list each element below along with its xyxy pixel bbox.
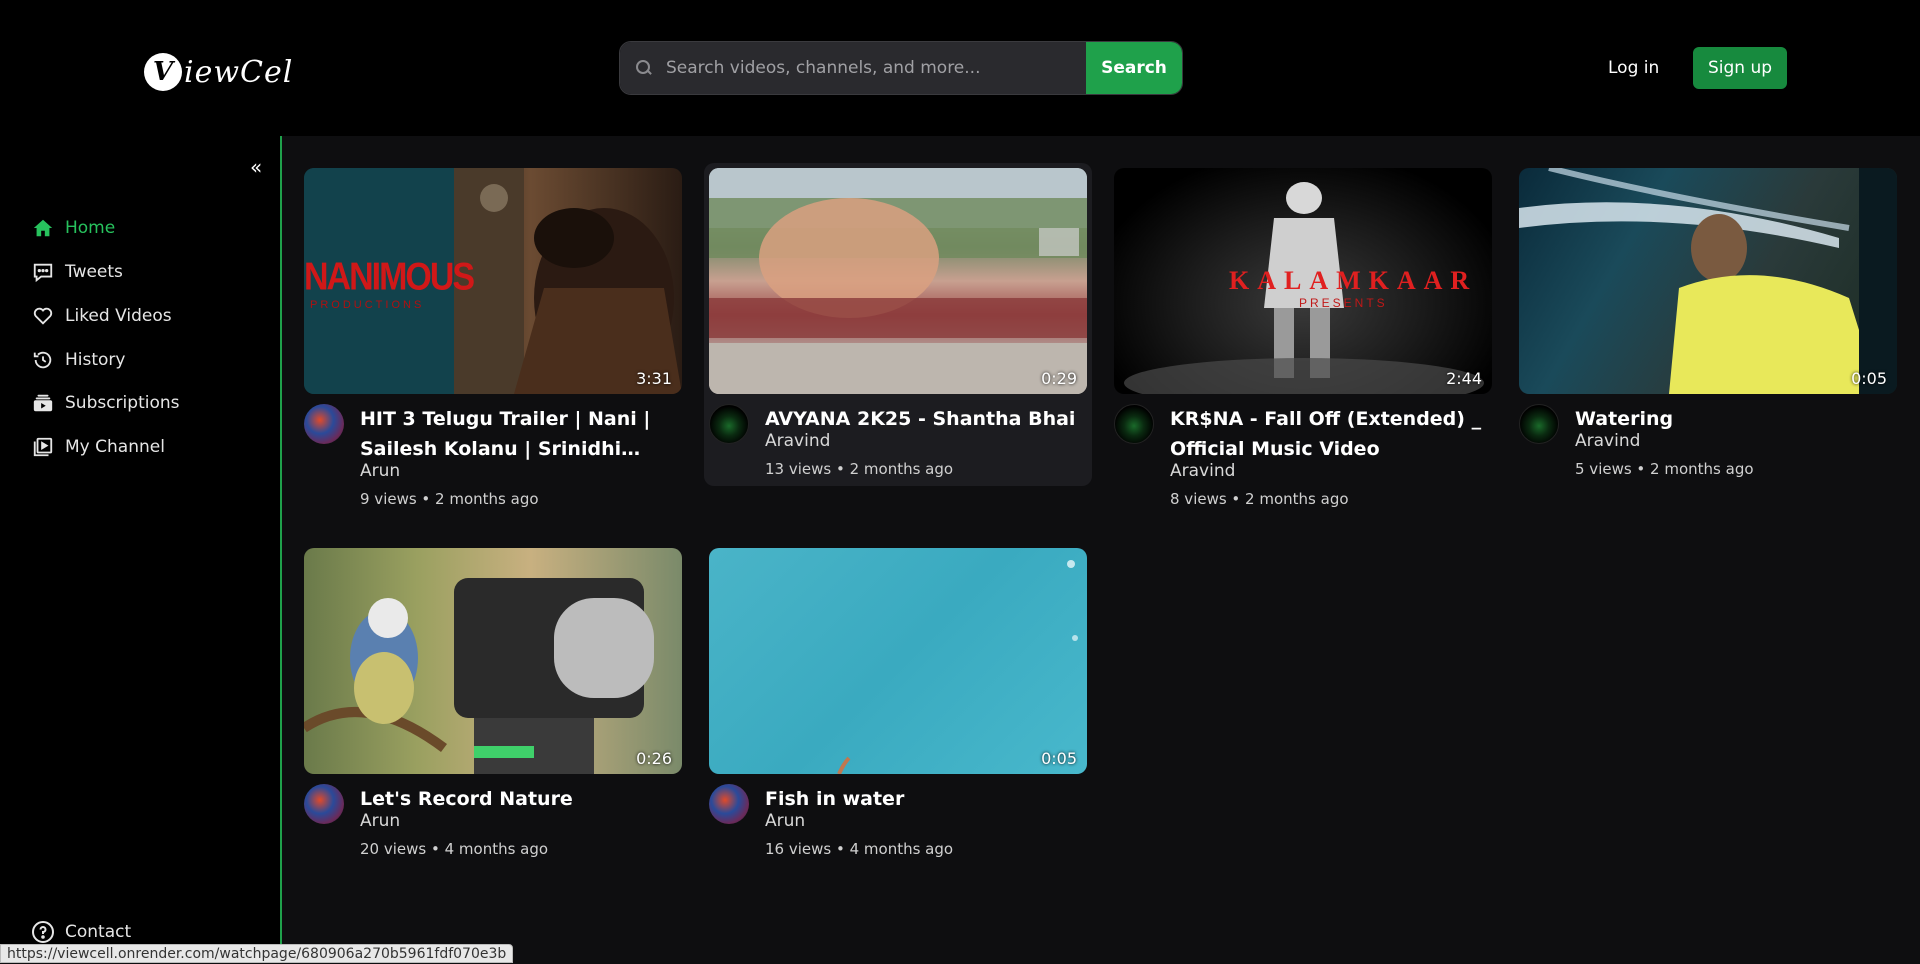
video-card[interactable]: 0:29 AVYANA 2K25 - Shantha Bhai Aravind … (709, 168, 1087, 488)
channel-icon (31, 435, 55, 459)
sidebar-item-label: Subscriptions (65, 393, 180, 413)
login-button[interactable]: Log in (1596, 50, 1671, 86)
channel-name[interactable]: Aravind (1170, 461, 1235, 481)
history-icon (31, 348, 55, 372)
sidebar-item-label: Liked Videos (65, 306, 172, 326)
search-input[interactable] (666, 58, 1086, 78)
thumbnail-brand-subtext: PRESENTS (1299, 296, 1388, 310)
channel-name[interactable]: Arun (360, 811, 400, 831)
sidebar-item-label: Tweets (65, 262, 123, 282)
video-title[interactable]: HIT 3 Telugu Trailer | Nani | Sailesh Ko… (360, 404, 680, 464)
search-icon (636, 60, 652, 76)
search-box[interactable] (620, 42, 1086, 94)
site-logo[interactable]: V iewCel (144, 50, 293, 94)
video-thumbnail[interactable]: KALAMKAAR PRESENTS 2:44 (1114, 168, 1492, 394)
sidebar-item-label: My Channel (65, 437, 165, 457)
channel-avatar[interactable] (1114, 404, 1154, 444)
video-thumbnail[interactable]: 0:26 (304, 548, 682, 774)
video-duration: 2:44 (1446, 369, 1482, 388)
video-duration: 0:26 (636, 749, 672, 768)
sidebar-item-tweets[interactable]: Tweets (31, 258, 123, 286)
subscriptions-icon (31, 391, 55, 415)
sidebar-item-label: History (65, 350, 126, 370)
video-title[interactable]: AVYANA 2K25 - Shantha Bhai (765, 404, 1085, 434)
video-card[interactable]: 0:26 Let's Record Nature Arun 20 views •… (304, 548, 682, 868)
thumbnail-brand-text: NANIMOUS (304, 255, 475, 299)
video-duration: 0:05 (1851, 369, 1887, 388)
video-title[interactable]: Let's Record Nature (360, 784, 680, 814)
signup-button[interactable]: Sign up (1693, 47, 1787, 89)
video-card[interactable]: 0:05 Watering Aravind 5 views • 2 months… (1519, 168, 1897, 488)
video-meta: 8 views • 2 months ago (1170, 490, 1349, 508)
channel-avatar[interactable] (1519, 404, 1559, 444)
video-meta: 9 views • 2 months ago (360, 490, 539, 508)
video-card[interactable]: NANIMOUS PRODUCTIONS 3:31 HIT 3 Telugu T… (304, 168, 682, 518)
search-button[interactable]: Search (1086, 42, 1182, 94)
video-thumbnail[interactable]: 0:29 (709, 168, 1087, 394)
thumbnail-brand-subtext: PRODUCTIONS (310, 299, 425, 311)
sidebar-item-my-channel[interactable]: My Channel (31, 433, 165, 461)
sidebar-item-home[interactable]: Home (31, 214, 115, 242)
sidebar-item-label: Home (65, 218, 116, 238)
channel-avatar[interactable] (709, 784, 749, 824)
logo-mark: V (144, 53, 182, 91)
thumbnail-brand-text: KALAMKAAR (1229, 266, 1478, 295)
video-thumbnail[interactable]: 0:05 (709, 548, 1087, 774)
video-card[interactable]: KALAMKAAR PRESENTS 2:44 KR$NA - Fall Off… (1114, 168, 1492, 518)
sidebar: « Home Tweets Liked Videos History Subsc… (0, 136, 282, 963)
video-meta: 20 views • 4 months ago (360, 840, 549, 858)
channel-name[interactable]: Aravind (1575, 431, 1640, 451)
video-duration: 0:29 (1041, 369, 1077, 388)
sidebar-item-liked-videos[interactable]: Liked Videos (31, 302, 172, 330)
channel-name[interactable]: Arun (360, 461, 400, 481)
status-bar-url: https://viewcell.onrender.com/watchpage/… (0, 944, 514, 963)
video-thumbnail[interactable]: 0:05 (1519, 168, 1897, 394)
channel-name[interactable]: Aravind (765, 431, 830, 451)
video-title[interactable]: Fish in water (765, 784, 1085, 814)
heart-icon (31, 304, 55, 328)
video-duration: 0:05 (1041, 749, 1077, 768)
channel-name[interactable]: Arun (765, 811, 805, 831)
collapse-sidebar-button[interactable]: « (250, 155, 262, 179)
contact-label: Contact (65, 922, 132, 942)
help-icon (31, 920, 55, 944)
video-title[interactable]: Watering (1575, 404, 1895, 434)
sidebar-item-history[interactable]: History (31, 346, 125, 374)
logo-text: iewCel (184, 54, 294, 90)
video-duration: 3:31 (636, 369, 672, 388)
tweets-icon (31, 260, 55, 284)
video-meta: 13 views • 2 months ago (765, 460, 954, 478)
channel-avatar[interactable] (304, 784, 344, 824)
sidebar-item-subscriptions[interactable]: Subscriptions (31, 389, 179, 417)
channel-avatar[interactable] (304, 404, 344, 444)
home-icon (31, 216, 55, 240)
sidebar-item-contact[interactable]: Contact (31, 920, 131, 944)
video-meta: 5 views • 2 months ago (1575, 460, 1754, 478)
video-meta: 16 views • 4 months ago (765, 840, 954, 858)
video-title[interactable]: KR$NA - Fall Off (Extended) _ Official M… (1170, 404, 1490, 464)
search-bar: Search (619, 41, 1183, 95)
video-thumbnail[interactable]: NANIMOUS PRODUCTIONS 3:31 (304, 168, 682, 394)
top-header: V iewCel Search Log in Sign up (0, 0, 1920, 136)
channel-avatar[interactable] (709, 404, 749, 444)
video-card[interactable]: 0:05 Fish in water Arun 16 views • 4 mon… (709, 548, 1087, 868)
